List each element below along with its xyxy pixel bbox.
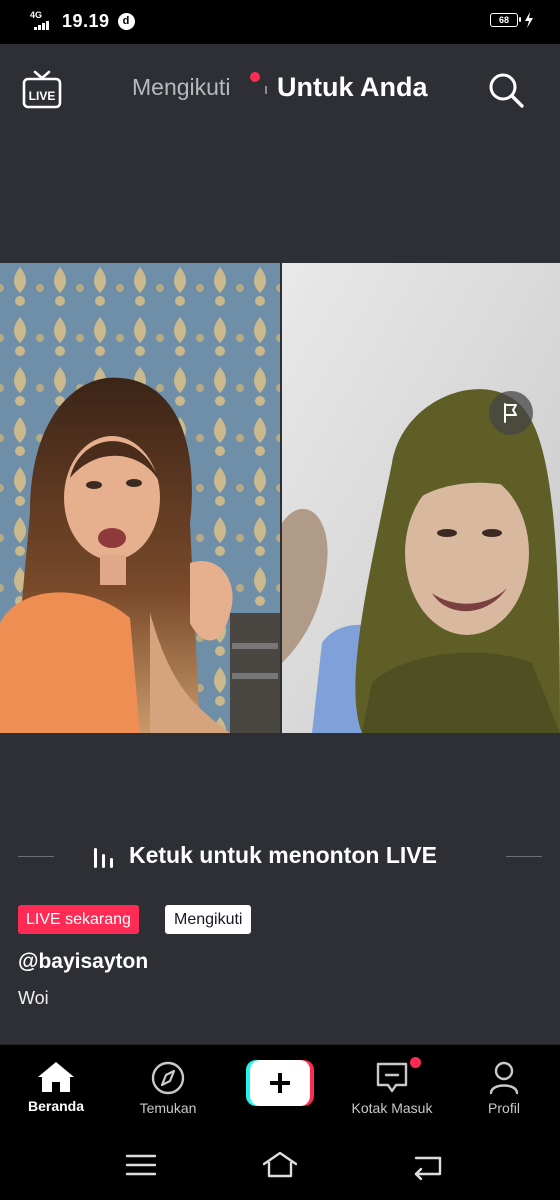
nav-home-label: Beranda: [27, 1098, 85, 1114]
nav-discover-label: Temukan: [139, 1100, 197, 1116]
create-button[interactable]: [246, 1060, 314, 1106]
charging-icon: [525, 12, 533, 28]
compass-icon: [151, 1061, 185, 1095]
network-type: 4G: [30, 10, 43, 20]
status-bar: 4G 19.19 d 68: [0, 0, 560, 44]
username[interactable]: @bayisayton: [18, 950, 148, 974]
sound-bars-icon: [94, 848, 113, 868]
menu-icon[interactable]: [123, 1150, 159, 1180]
tab-following[interactable]: Mengikuti: [132, 74, 230, 101]
divider-right: [506, 856, 542, 857]
status-right: 68: [490, 12, 534, 28]
feed-tabs: Mengikuti Untuk Anda: [0, 72, 560, 108]
battery-icon: 68: [490, 13, 521, 27]
camera-left: [0, 263, 280, 733]
bottom-nav: Beranda Temukan Kotak Masuk Profil: [0, 1044, 560, 1128]
profile-icon: [489, 1061, 519, 1095]
signal-icon: 4G: [30, 10, 54, 32]
home-system-icon[interactable]: [262, 1150, 298, 1180]
back-icon[interactable]: [410, 1150, 446, 1180]
battery-level: 68: [498, 15, 509, 25]
tap-to-watch-label: Ketuk untuk menonton LIVE: [129, 842, 437, 868]
flag-icon: [504, 403, 517, 423]
nav-profile-label: Profil: [488, 1100, 520, 1116]
camera-right: [282, 263, 560, 733]
home-icon: [38, 1062, 74, 1092]
tab-for-you[interactable]: Untuk Anda: [277, 72, 428, 103]
caption: Woi: [18, 988, 49, 1008]
new-content-dot: [250, 72, 260, 82]
streamer-right-image: [282, 263, 560, 733]
inbox-icon: [376, 1062, 408, 1093]
streamer-left-image: [0, 263, 280, 733]
video-feed[interactable]: LIVE Mengikuti Untuk Anda Ketuk untuk me…: [0, 44, 560, 1044]
status-left: 4G 19.19 d: [30, 10, 135, 32]
nav-profile[interactable]: Profil: [476, 1045, 532, 1129]
tap-to-watch[interactable]: Ketuk untuk menonton LIVE: [0, 842, 560, 872]
nav-discover[interactable]: Temukan: [130, 1045, 206, 1129]
clock: 19.19: [62, 10, 110, 31]
system-nav-bar: [0, 1128, 560, 1200]
app-notification-icon: d: [117, 12, 135, 30]
nav-inbox-label: Kotak Masuk: [351, 1100, 433, 1116]
plus-icon: [270, 1073, 290, 1093]
report-button[interactable]: [489, 391, 533, 435]
tab-separator: [265, 86, 267, 94]
live-video[interactable]: [0, 263, 560, 733]
divider-left: [18, 856, 54, 857]
search-icon[interactable]: [486, 70, 526, 110]
live-now-badge: LIVE sekarang: [18, 905, 139, 934]
inbox-notification-dot: [410, 1057, 421, 1068]
following-badge: Mengikuti: [165, 905, 252, 934]
nav-home[interactable]: Beranda: [20, 1045, 92, 1129]
nav-inbox[interactable]: Kotak Masuk: [340, 1045, 444, 1129]
